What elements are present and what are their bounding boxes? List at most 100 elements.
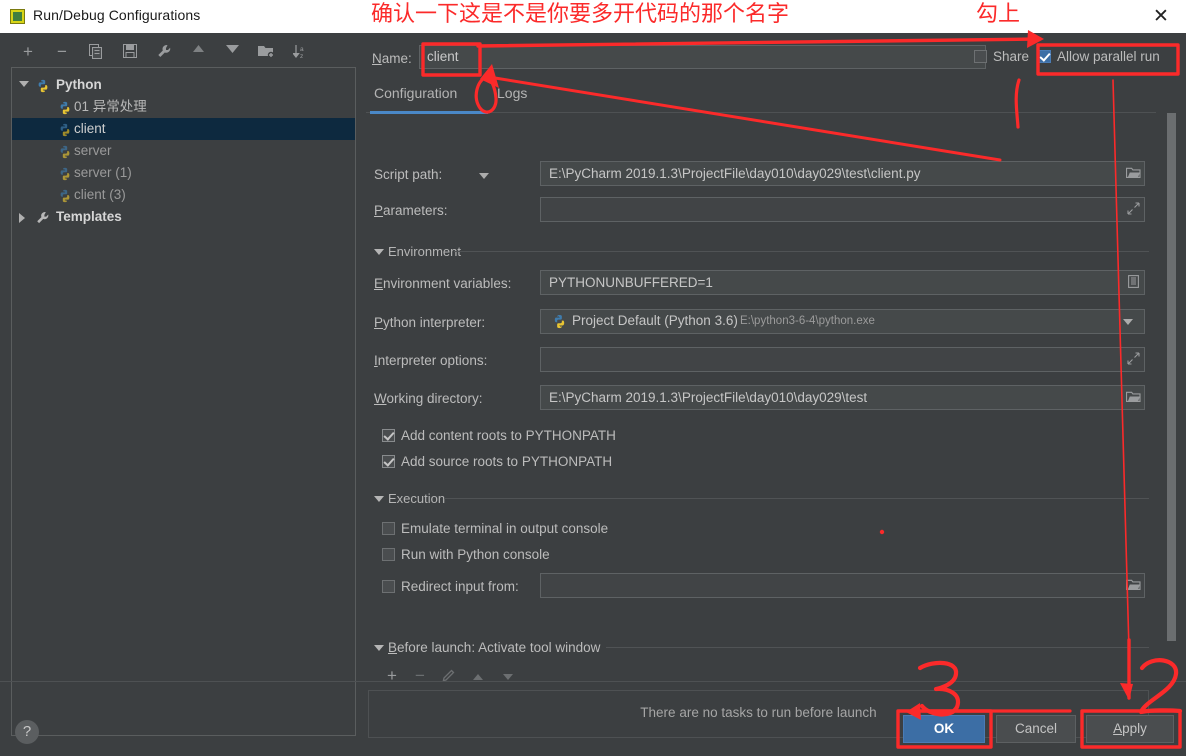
tree-item-server[interactable]: server — [12, 140, 355, 162]
tree-item-label: server — [74, 143, 112, 158]
triangle-down-icon[interactable] — [494, 663, 522, 689]
add-source-roots-checkbox[interactable]: Add source roots to PYTHONPATH — [382, 454, 612, 469]
allow-parallel-run-label: Allow parallel run — [1057, 49, 1160, 64]
sort-az-icon[interactable]: az — [288, 39, 312, 65]
python-icon — [552, 314, 567, 329]
checkbox-box — [382, 429, 395, 442]
section-divider — [454, 251, 1149, 252]
svg-text:z: z — [300, 53, 303, 59]
chevron-down-icon[interactable] — [19, 81, 29, 87]
triangle-up-icon[interactable] — [186, 39, 210, 65]
apply-button[interactable]: Apply — [1086, 715, 1174, 743]
wrench-icon[interactable] — [152, 39, 176, 65]
tree-item-templates[interactable]: Templates — [12, 206, 355, 228]
interpreter-options-expand-icon[interactable] — [1121, 347, 1145, 372]
interpreter-options-input[interactable] — [540, 347, 1145, 372]
before-launch-chevron-down-icon[interactable] — [374, 645, 384, 651]
svg-text:a: a — [300, 46, 304, 53]
script-path-mode-chevron-down-icon[interactable] — [479, 173, 489, 179]
tree-item-label: server (1) — [74, 165, 132, 180]
remove-configuration-button[interactable]: − — [50, 39, 74, 65]
window-title: Run/Debug Configurations — [33, 7, 201, 23]
configuration-editor: Name: client Share Allow parallel run Co… — [366, 33, 1186, 756]
help-button[interactable]: ? — [15, 720, 39, 744]
name-label: Name: — [372, 51, 412, 66]
name-input[interactable]: client — [419, 45, 986, 69]
close-icon[interactable]: ✕ — [1144, 4, 1178, 30]
python-icon — [58, 100, 72, 115]
script-path-input[interactable]: E:\PyCharm 2019.1.3\ProjectFile\day010\d… — [540, 161, 1145, 186]
allow-parallel-run-checkbox[interactable]: Allow parallel run — [1038, 49, 1160, 64]
tree-item-python[interactable]: Python — [12, 74, 355, 96]
tree-item-label: 01 异常处理 — [74, 99, 147, 114]
python-icon — [36, 78, 50, 93]
checkbox-box — [382, 455, 395, 468]
redirect-input-from-input[interactable] — [540, 573, 1145, 598]
tab-logs[interactable]: Logs — [497, 85, 527, 101]
chevron-right-icon[interactable] — [19, 213, 25, 223]
parameters-input[interactable] — [540, 197, 1145, 222]
tree-item-client[interactable]: client — [12, 118, 355, 140]
folder-add-icon[interactable] — [254, 39, 278, 65]
execution-section-chevron-down-icon[interactable] — [374, 496, 384, 502]
tab-configuration[interactable]: Configuration — [374, 85, 457, 101]
redirect-input-folder-icon[interactable] — [1121, 573, 1145, 598]
script-path-folder-icon[interactable] — [1121, 161, 1145, 186]
triangle-up-icon[interactable] — [464, 663, 492, 689]
form-scrollbar-thumb[interactable] — [1167, 113, 1176, 641]
tree-item-label: Python — [56, 77, 102, 92]
emulate-terminal-checkbox[interactable]: Emulate terminal in output console — [382, 521, 608, 536]
tree-item-client-3[interactable]: client (3) — [12, 184, 355, 206]
before-launch-title: Before launch: Activate tool window — [388, 640, 601, 655]
configuration-form: Script path: E:\PyCharm 2019.1.3\Project… — [366, 121, 1156, 641]
add-configuration-button[interactable]: + — [16, 39, 40, 65]
share-label: Share — [993, 49, 1030, 64]
remove-task-button[interactable]: − — [406, 663, 434, 689]
run-with-python-console-label: Run with Python console — [401, 547, 550, 562]
configurations-tree[interactable]: Python 01 异常处理 client server server (1) … — [11, 67, 356, 736]
checkbox-box — [974, 50, 987, 63]
save-configuration-icon[interactable] — [118, 39, 142, 65]
add-content-roots-checkbox[interactable]: Add content roots to PYTHONPATH — [382, 428, 616, 443]
script-path-label: Script path: — [374, 167, 443, 182]
working-directory-label: Working directory: — [374, 391, 483, 406]
dialog-body: + − az Python 01 异常处理 client server serv… — [0, 33, 1186, 756]
add-content-roots-label: Add content roots to PYTHONPATH — [401, 428, 616, 443]
tree-item-01-exception[interactable]: 01 异常处理 — [12, 96, 355, 118]
editor-tabs: Configuration Logs — [366, 85, 1156, 114]
add-task-button[interactable]: + — [378, 663, 406, 689]
configurations-toolbar: + − az — [8, 39, 358, 67]
parameters-expand-icon[interactable] — [1121, 197, 1145, 222]
triangle-down-icon[interactable] — [220, 39, 244, 65]
python-icon — [58, 188, 72, 203]
before-launch-divider — [606, 647, 1149, 648]
tree-item-label: client (3) — [74, 187, 126, 202]
copy-configuration-icon[interactable] — [84, 39, 108, 65]
footer-divider — [0, 681, 1186, 682]
interpreter-options-label: Interpreter options: — [374, 353, 488, 368]
pencil-icon[interactable] — [434, 663, 462, 689]
run-with-python-console-checkbox[interactable]: Run with Python console — [382, 547, 550, 562]
share-checkbox[interactable]: Share — [974, 49, 1029, 64]
python-icon — [58, 122, 72, 137]
wrench-icon — [36, 210, 50, 224]
environment-variables-label: Environment variables: — [374, 276, 512, 291]
cancel-button[interactable]: Cancel — [996, 715, 1076, 743]
working-directory-input[interactable]: E:\PyCharm 2019.1.3\ProjectFile\day010\d… — [540, 385, 1145, 410]
environment-section-chevron-down-icon[interactable] — [374, 249, 384, 255]
environment-variables-input[interactable]: PYTHONUNBUFFERED=1 — [540, 270, 1145, 295]
environment-variables-list-icon[interactable] — [1121, 270, 1145, 295]
working-directory-folder-icon[interactable] — [1121, 385, 1145, 410]
run-debug-configurations-dialog: Run/Debug Configurations ✕ 确认一下这是不是你要多开代… — [0, 0, 1186, 756]
checkbox-box — [1038, 50, 1051, 63]
tree-item-server-1[interactable]: server (1) — [12, 162, 355, 184]
checkbox-box — [382, 580, 395, 593]
python-interpreter-label: Python interpreter: — [374, 315, 486, 330]
python-interpreter-value: Project Default (Python 3.6) — [572, 313, 738, 328]
ok-button[interactable]: OK — [903, 715, 985, 743]
annotation-note-top: 确认一下这是不是你要多开代码的那个名字 — [371, 2, 790, 27]
pycharm-icon — [10, 9, 25, 24]
python-interpreter-chevron-down-icon[interactable] — [1123, 319, 1133, 325]
section-divider — [444, 498, 1149, 499]
redirect-input-from-checkbox[interactable]: Redirect input from: — [382, 579, 519, 594]
